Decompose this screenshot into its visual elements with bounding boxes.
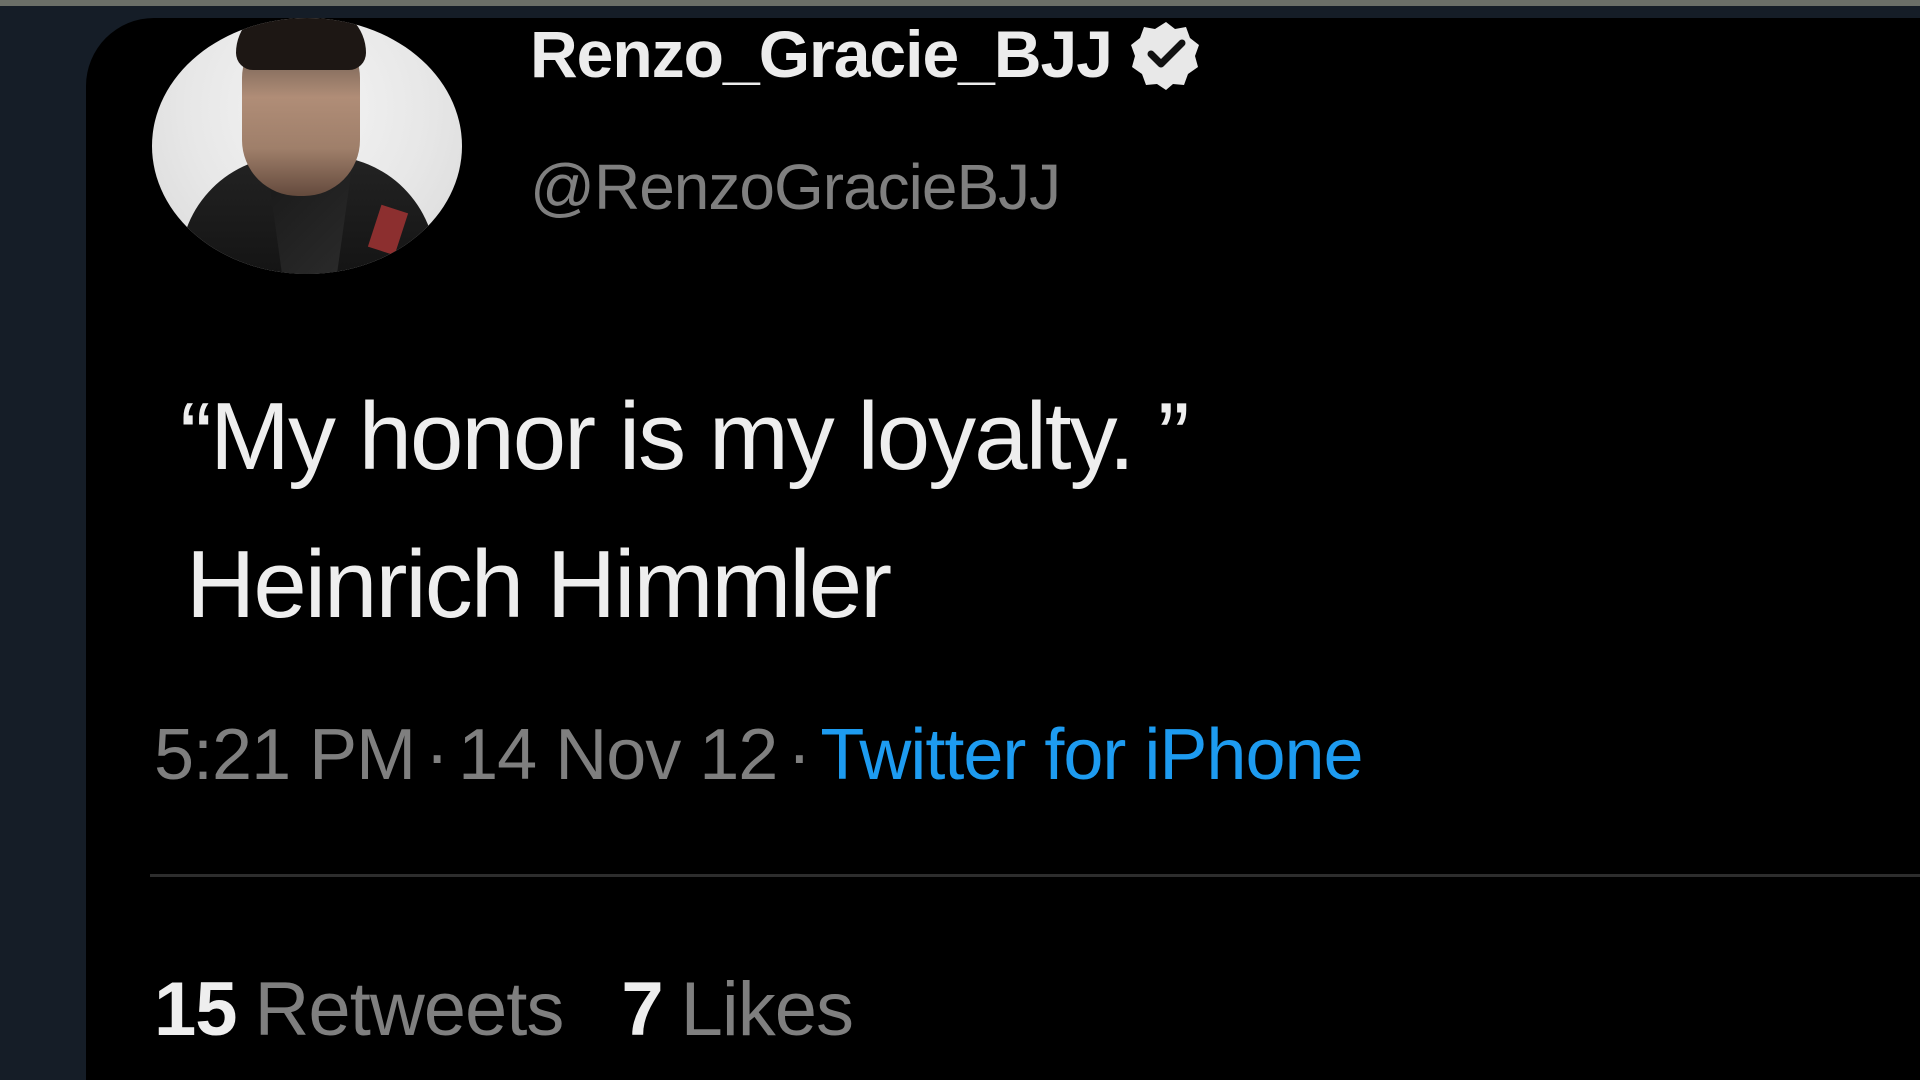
tweet-source-link[interactable]: Twitter for iPhone [820,714,1363,796]
author-handle[interactable]: @RenzoGracieBJJ [530,150,1061,224]
likes-count: 7 [621,967,663,1052]
retweets-label: Retweets [254,967,565,1052]
tweet-time[interactable]: 5:21 PM [154,714,416,796]
likes-stat[interactable]: 7 Likes [621,966,854,1053]
author-name-row[interactable]: Renzo_Gracie_BJJ [530,16,1202,92]
tweet-meta-row: 5:21 PM · 14 Nov 12 · Twitter for iPhone [154,714,1364,796]
meta-separator: · [425,715,449,795]
meta-separator: · [787,715,811,795]
tweet-screenshot: Renzo_Gracie_BJJ @RenzoGracieBJJ “My hon… [0,0,1920,1080]
avatar-hair [236,18,366,70]
tweet-stats-row: 15 Retweets 7 Likes [154,966,911,1053]
author-avatar[interactable] [152,18,462,274]
verified-badge-icon [1130,18,1202,90]
top-border-strip [0,0,1920,6]
author-display-name[interactable]: Renzo_Gracie_BJJ [530,16,1113,92]
tweet-text-line-2: Heinrich Himmler [186,531,892,638]
tweet-text-line-1: “My honor is my loyalty. ” [180,383,1190,490]
tweet-divider [150,874,1920,877]
retweets-stat[interactable]: 15 Retweets [154,966,565,1053]
likes-label: Likes [680,967,854,1052]
retweets-count: 15 [154,967,238,1052]
tweet-date[interactable]: 14 Nov 12 [458,714,778,796]
